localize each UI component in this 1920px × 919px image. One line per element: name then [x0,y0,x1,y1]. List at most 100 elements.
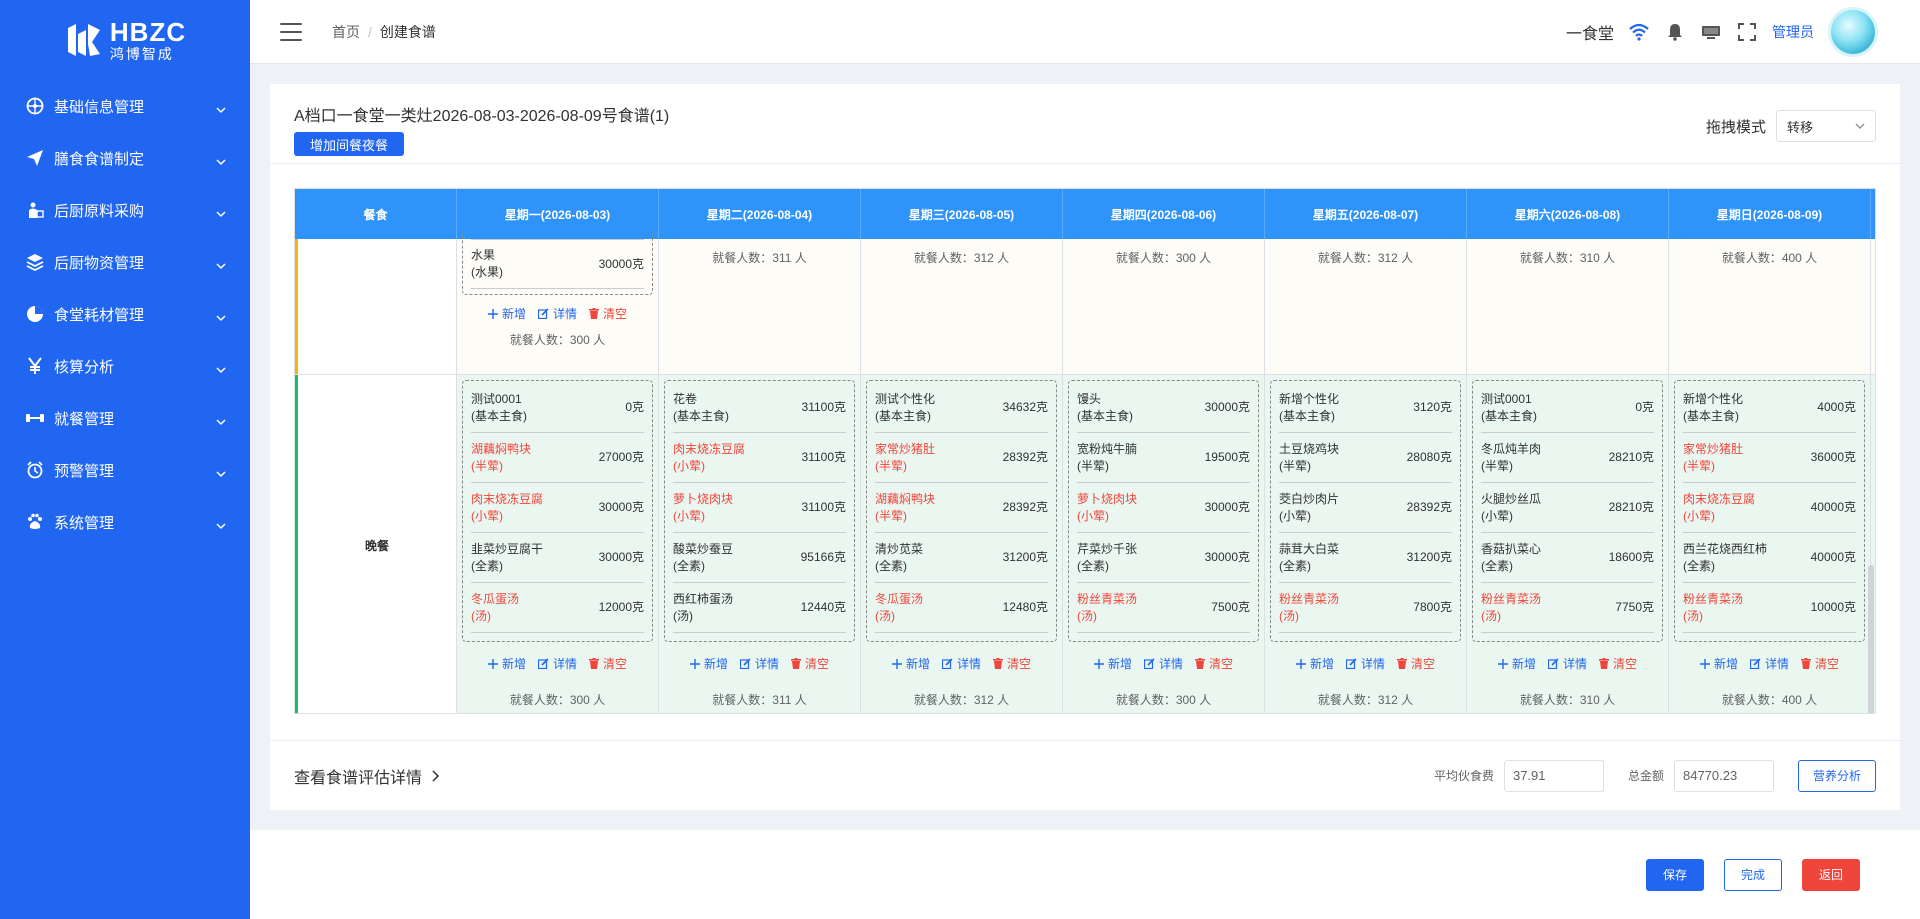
dish-item[interactable]: 火腿炒丝瓜 (小荤) 28210克 [1481,483,1654,533]
drag-mode-select[interactable]: 转移 [1776,110,1876,142]
add-dish-button[interactable]: 新增 [487,655,526,672]
recipe-evaluation-link[interactable]: 查看食谱评估详情 [294,764,440,788]
clear-button[interactable]: 清空 [1599,655,1637,672]
dish-item[interactable]: 西红柿蛋汤 (汤) 12440克 [673,583,846,633]
dish-item[interactable]: 酸菜炒蚕豆 (全素) 95166克 [673,533,846,583]
dish-item[interactable]: 湖藕焖鸭块 (半荤) 28392克 [875,483,1048,533]
dish-item[interactable]: 新增个性化 (基本主食) 4000克 [1683,383,1856,433]
dish-item[interactable]: 冬瓜蛋汤 (汤) 12480克 [875,583,1048,633]
add-dish-button[interactable]: 新增 [487,305,526,322]
back-button[interactable]: 返回 [1801,858,1860,891]
dish-quantity: 30000克 [1204,550,1250,564]
detail-label: 详情 [552,657,577,671]
sidebar-item-6[interactable]: 核算分析 [0,340,250,392]
upper-day-cell: 就餐人数：400 人 [1669,239,1871,374]
breadcrumb-home[interactable]: 首页 [332,22,360,42]
add-dish-button[interactable]: 新增 [689,655,728,672]
sidebar-item-2[interactable]: 膳食食谱制定 [0,132,250,184]
wifi-icon[interactable] [1628,21,1650,43]
add-dish-button[interactable]: 新增 [891,655,930,672]
dish-item[interactable]: 湖藕焖鸭块 (半荤) 27000克 [471,433,644,483]
diners-count: 就餐人数：300 人 [509,693,606,707]
clear-button[interactable]: 清空 [1195,655,1233,672]
clear-button[interactable]: 清空 [1801,655,1839,672]
dish-item[interactable]: 冬瓜蛋汤 (汤) 12000克 [471,583,644,633]
clear-button[interactable]: 清空 [791,655,829,672]
dish-item[interactable]: 测试个性化 (基本主食) 34632克 [875,383,1048,433]
clear-button[interactable]: 清空 [993,655,1031,672]
dish-item[interactable]: 肉末烧冻豆腐 (小荤) 40000克 [1683,483,1856,533]
detail-button[interactable]: 详情 [537,305,577,322]
dish-item[interactable]: 粉丝青菜汤 (汤) 7750克 [1481,583,1654,633]
admin-user-name[interactable]: 管理员 [1772,22,1814,42]
bell-icon[interactable] [1664,21,1686,43]
dish-item[interactable]: 芹菜炒千张 (全素) 30000克 [1077,533,1250,583]
detail-button[interactable]: 详情 [1547,655,1587,672]
sidebar-item-5[interactable]: 食堂耗材管理 [0,288,250,340]
dish-item[interactable]: 粉丝青菜汤 (汤) 7800克 [1279,583,1452,633]
detail-button[interactable]: 详情 [739,655,779,672]
sidebar-item-3[interactable]: 后厨原料采购 [0,184,250,236]
dish-item[interactable]: 香菇扒菜心 (全素) 18600克 [1481,533,1654,583]
clear-button[interactable]: 清空 [589,655,627,672]
dish-item[interactable]: 家常炒猪肚 (半荤) 28392克 [875,433,1048,483]
detail-button[interactable]: 详情 [941,655,981,672]
dish-info: 土豆烧鸡块 (半荤) [1279,441,1339,475]
sidebar-item-label: 系统管理 [54,514,115,532]
sidebar-item-4[interactable]: 后厨物资管理 [0,236,250,288]
trash-icon [1599,658,1609,669]
dish-item[interactable]: 馒头 (基本主食) 30000克 [1077,383,1250,433]
avatar[interactable] [1828,6,1878,57]
avg-cost-input[interactable] [1503,759,1604,792]
diners-count: 就餐人数：312 人 [913,693,1010,707]
sidebar-item-8[interactable]: 预警管理 [0,444,250,496]
clear-button[interactable]: 清空 [1397,655,1435,672]
add-dish-button[interactable]: 新增 [1093,655,1132,672]
dish-item[interactable]: 茭白炒肉片 (小荤) 28392克 [1279,483,1452,533]
dish-item[interactable]: 萝卜烧肉块 (小荤) 31100克 [673,483,846,533]
dish-item[interactable]: 肉末烧冻豆腐 (小荤) 30000克 [471,483,644,533]
dish-quantity: 28392克 [1002,500,1048,514]
canteen-name[interactable]: 一食堂 [1566,20,1614,44]
save-button[interactable]: 保存 [1645,858,1704,891]
dish-item[interactable]: 西兰花烧西红柿 (全素) 40000克 [1683,533,1856,583]
sidebar-item-9[interactable]: 系统管理 [0,496,250,548]
fullscreen-icon[interactable] [1736,21,1758,43]
dish-item[interactable]: 水果 (水果) 30000克 [471,239,644,289]
dish-item[interactable]: 肉末烧冻豆腐 (小荤) 31100克 [673,433,846,483]
dish-info: 冬瓜蛋汤 (汤) [875,591,923,625]
add-dish-button[interactable]: 新增 [1699,655,1738,672]
add-snack-button[interactable]: 增加间餐夜餐 [294,132,405,156]
monitor-icon[interactable] [1700,21,1722,43]
dish-item[interactable]: 冬瓜炖羊肉 (半荤) 28210克 [1481,433,1654,483]
table-scrollbar[interactable] [1868,565,1874,713]
dish-item[interactable]: 花卷 (基本主食) 31100克 [673,383,846,433]
dish-item[interactable]: 粉丝青菜汤 (汤) 7500克 [1077,583,1250,633]
dish-item[interactable]: 土豆烧鸡块 (半荤) 28080克 [1279,433,1452,483]
detail-button[interactable]: 详情 [1345,655,1385,672]
edit-icon [537,308,549,319]
dish-item[interactable]: 清炒苋菜 (全素) 31200克 [875,533,1048,583]
dish-item[interactable]: 新增个性化 (基本主食) 3120克 [1279,383,1452,433]
done-button[interactable]: 完成 [1723,858,1782,891]
add-dish-button[interactable]: 新增 [1295,655,1334,672]
dish-item[interactable]: 宽粉炖牛腩 (半荤) 19500克 [1077,433,1250,483]
dish-item[interactable]: 测试0001 (基本主食) 0克 [471,383,644,433]
clear-button[interactable]: 清空 [589,305,627,322]
sidebar-item-1[interactable]: 基础信息管理 [0,80,250,132]
dish-item[interactable]: 家常炒猪肚 (半荤) 36000克 [1683,433,1856,483]
menu-toggle-icon[interactable] [280,22,302,41]
detail-button[interactable]: 详情 [537,655,577,672]
sidebar-item-7[interactable]: 就餐管理 [0,392,250,444]
dish-item[interactable]: 粉丝青菜汤 (汤) 10000克 [1683,583,1856,633]
dish-item[interactable]: 蒜茸大白菜 (全素) 31200克 [1279,533,1452,583]
total-amount-input[interactable] [1673,759,1774,792]
detail-button[interactable]: 详情 [1143,655,1183,672]
detail-button[interactable]: 详情 [1749,655,1789,672]
add-dish-button[interactable]: 新增 [1497,655,1536,672]
dish-item[interactable]: 萝卜烧肉块 (小荤) 30000克 [1077,483,1250,533]
clear-label: 清空 [603,307,628,321]
dish-item[interactable]: 韭菜炒豆腐干 (全素) 30000克 [471,533,644,583]
dish-item[interactable]: 测试0001 (基本主食) 0克 [1481,383,1654,433]
nutrition-analysis-button[interactable]: 营养分析 [1797,759,1876,792]
